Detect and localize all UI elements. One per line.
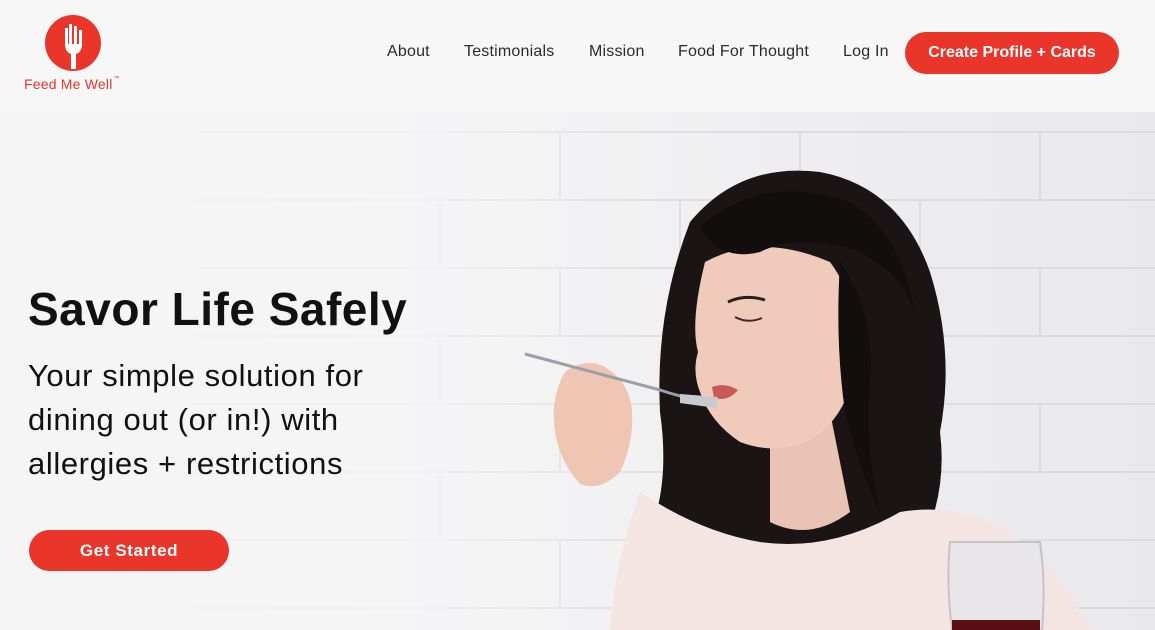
logo-text: Feed Me Well™ — [24, 76, 120, 92]
logo[interactable]: Feed Me Well™ — [22, 14, 126, 98]
nav-log-in[interactable]: Log In — [843, 43, 889, 61]
nav-mission[interactable]: Mission — [589, 43, 645, 61]
nav-food-for-thought[interactable]: Food For Thought — [678, 43, 809, 61]
hand-fork-icon — [45, 15, 101, 71]
nav-about[interactable]: About — [387, 43, 430, 61]
hero-subtitle: Your simple solution for dining out (or … — [28, 358, 364, 481]
hero-section: Savor Life Safely Your simple solution f… — [0, 112, 1155, 630]
create-profile-button[interactable]: Create Profile + Cards — [905, 32, 1119, 74]
site-header: Feed Me Well™ About Testimonials Mission… — [0, 0, 1155, 112]
hero-title: Savor Life Safely — [28, 283, 408, 335]
nav-testimonials[interactable]: Testimonials — [464, 43, 554, 61]
get-started-button[interactable]: Get Started — [29, 530, 229, 571]
